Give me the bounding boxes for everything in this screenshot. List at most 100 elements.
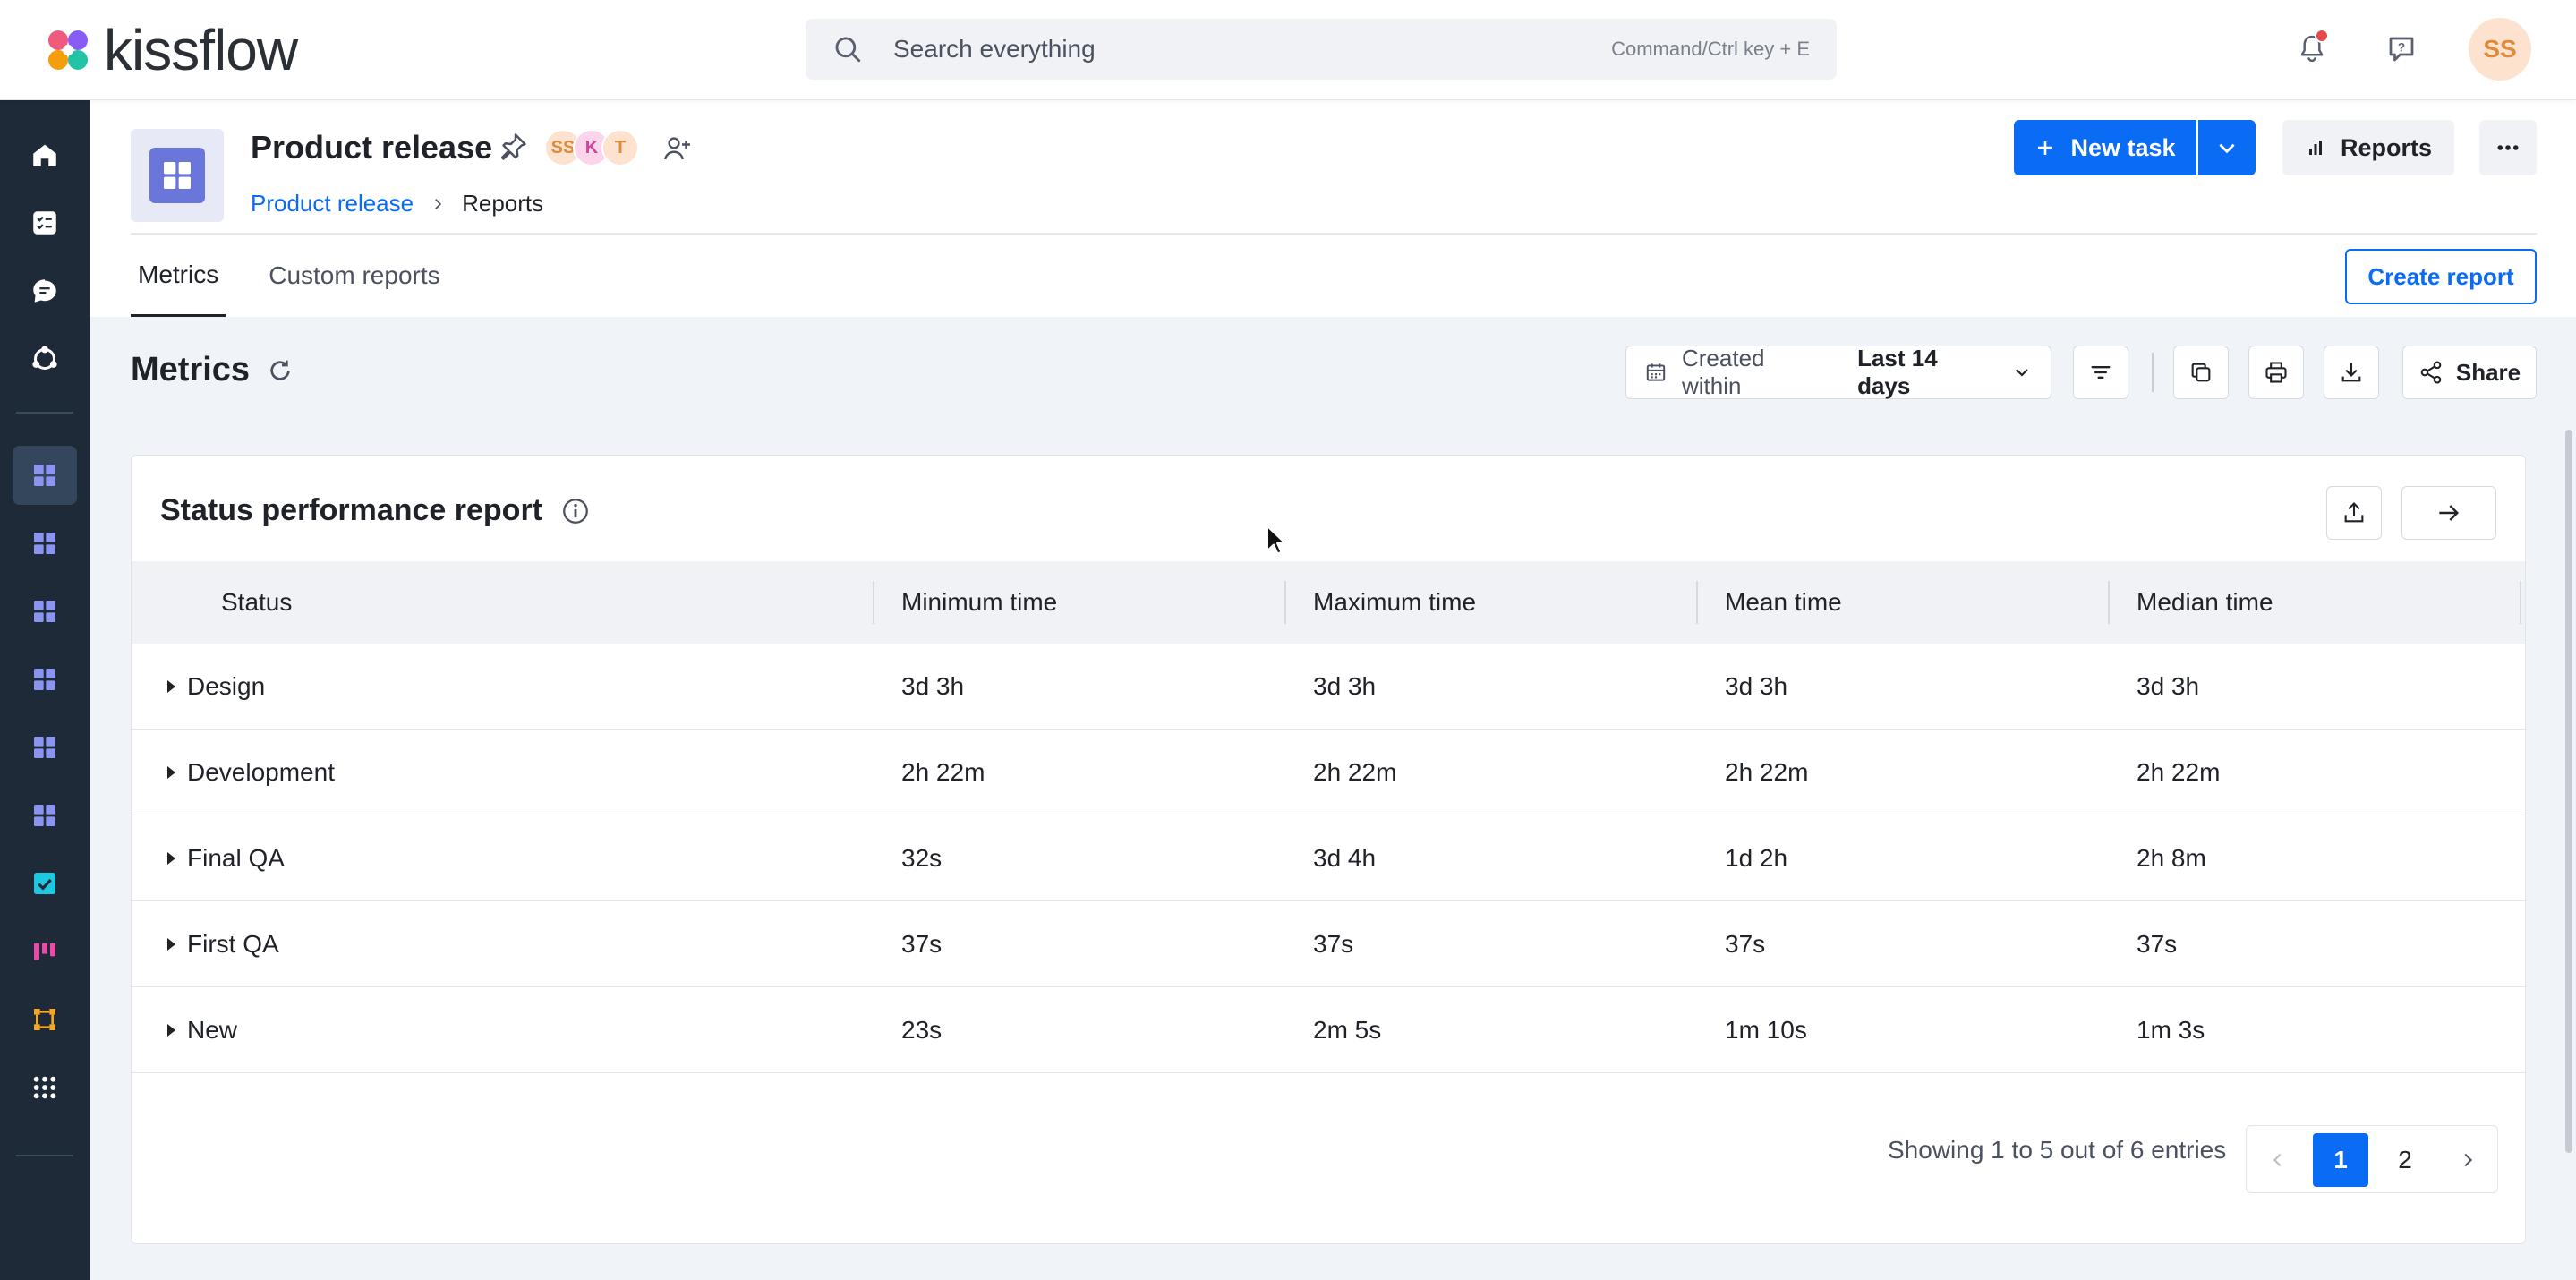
next-page-button[interactable] [2440, 1133, 2495, 1187]
expand-caret-icon[interactable] [160, 848, 182, 869]
median-time-cell: 1m 3s [2137, 1016, 2205, 1044]
status-cell: Final QA [187, 844, 285, 872]
column-header-median-time[interactable]: Median time [2137, 561, 2273, 644]
member-avatars[interactable]: SS K T [544, 129, 639, 166]
page-1-button[interactable]: 1 [2313, 1133, 2368, 1187]
column-header-maximum-time[interactable]: Maximum time [1313, 561, 1476, 644]
grid-icon [34, 805, 55, 826]
pin-icon [500, 133, 526, 160]
sidebar-separator [16, 412, 73, 414]
pin-button[interactable] [497, 131, 529, 163]
info-icon[interactable] [560, 496, 591, 526]
expand-caret-icon[interactable] [160, 676, 182, 697]
sidebar-item-checklist[interactable] [13, 854, 77, 913]
page-scrollbar[interactable] [2565, 430, 2572, 1153]
export-button[interactable] [2326, 486, 2382, 540]
checkbox-icon [34, 873, 55, 894]
column-header-mean-time[interactable]: Mean time [1725, 561, 1842, 644]
sidebar-item-integration[interactable] [13, 990, 77, 1049]
more-options-button[interactable] [2479, 120, 2537, 175]
tab-custom-reports[interactable]: Custom reports [261, 235, 447, 317]
help-button[interactable]: ? [2379, 27, 2424, 72]
left-sidebar [0, 100, 90, 1280]
kissflow-logo[interactable]: kissflow [45, 18, 298, 82]
home-icon [33, 144, 56, 166]
mouse-cursor-icon [1267, 525, 1286, 555]
print-button[interactable] [2248, 346, 2304, 399]
median-time-cell: 2h 22m [2137, 758, 2221, 786]
metrics-heading: Metrics [131, 351, 294, 389]
help-icon: ? [2389, 37, 2414, 62]
table-row[interactable]: Design 3d 3h 3d 3h 3d 3h 3d 3h [132, 644, 2525, 730]
sidebar-item-app-2[interactable] [13, 514, 77, 573]
chevron-down-icon [2219, 143, 2235, 154]
download-icon [2341, 363, 2361, 382]
breadcrumb-current: Reports [462, 190, 544, 217]
sidebar-item-chat[interactable] [13, 261, 77, 320]
maximum-time-cell: 37s [1313, 930, 1354, 958]
table-row[interactable]: First QA 37s 37s 37s 37s [132, 901, 2525, 987]
sidebar-item-product-release[interactable] [13, 446, 77, 505]
maximum-time-cell: 3d 3h [1313, 672, 1377, 700]
mean-time-cell: 2h 22m [1725, 758, 1809, 786]
sidebar-item-home[interactable] [13, 125, 77, 184]
calendar-icon [1646, 363, 1666, 381]
toolbar-separator [2152, 353, 2154, 392]
sidebar-item-board[interactable] [13, 922, 77, 981]
create-report-button[interactable]: Create report [2345, 249, 2537, 304]
notifications-button[interactable] [2290, 27, 2334, 72]
sidebar-item-all-apps[interactable] [13, 1058, 77, 1117]
expand-caret-icon[interactable] [160, 934, 182, 955]
copy-icon [2191, 363, 2211, 382]
share-label: Share [2455, 358, 2521, 386]
sidebar-item-app-3[interactable] [13, 582, 77, 641]
sidebar-item-app-6[interactable] [13, 786, 77, 845]
global-search[interactable]: Search everything Command/Ctrl key + E [806, 19, 1837, 80]
top-bar: kissflow Search everything Command/Ctrl … [0, 0, 2576, 100]
arrow-right-icon [2439, 505, 2460, 521]
share-button[interactable]: Share [2402, 346, 2537, 399]
table-row[interactable]: New 23s 2m 5s 1m 10s 1m 3s [132, 987, 2525, 1073]
expand-caret-icon[interactable] [160, 762, 182, 783]
avatar: T [601, 129, 639, 166]
user-avatar[interactable]: SS [2469, 18, 2531, 81]
filter-icon [2091, 366, 2111, 379]
download-button[interactable] [2324, 346, 2379, 399]
date-range-filter[interactable]: Created within Last 14 days [1625, 345, 2051, 399]
minimum-time-cell: 32s [901, 844, 943, 872]
open-report-button[interactable] [2401, 486, 2496, 540]
filter-button[interactable] [2073, 346, 2128, 399]
column-header-minimum-time[interactable]: Minimum time [901, 561, 1057, 644]
grid-icon [34, 737, 55, 758]
sidebar-separator [16, 1155, 73, 1156]
sidebar-item-process[interactable] [13, 329, 77, 388]
table-row[interactable]: Final QA 32s 3d 4h 1d 2h 2h 8m [132, 815, 2525, 901]
new-task-button[interactable]: New task [2014, 120, 2196, 175]
tasks-icon [33, 211, 56, 235]
copy-button[interactable] [2173, 346, 2229, 399]
reports-button[interactable]: Reports [2282, 120, 2454, 175]
breadcrumb-parent-link[interactable]: Product release [251, 190, 414, 218]
table-row[interactable]: Development 2h 22m 2h 22m 2h 22m 2h 22m [132, 730, 2525, 815]
chevron-down-icon [2016, 369, 2028, 377]
svg-text:?: ? [2398, 40, 2405, 54]
add-member-button[interactable] [661, 132, 693, 165]
expand-caret-icon[interactable] [160, 1020, 182, 1041]
refresh-icon[interactable] [266, 356, 294, 385]
page-2-button[interactable]: 2 [2377, 1133, 2433, 1187]
plus-icon [2038, 141, 2053, 155]
grid-icon [34, 465, 55, 486]
new-task-dropdown-button[interactable] [2198, 120, 2256, 175]
sidebar-item-app-4[interactable] [13, 650, 77, 709]
brand-name: kissflow [104, 18, 298, 82]
chevron-right-icon [435, 198, 442, 209]
column-header-status[interactable]: Status [221, 561, 292, 644]
tab-metrics[interactable]: Metrics [131, 235, 226, 317]
apps-icon [33, 1076, 56, 1099]
sidebar-item-tasks[interactable] [13, 193, 77, 252]
previous-page-button[interactable] [2250, 1133, 2306, 1187]
pagination: 1 2 [2246, 1125, 2498, 1193]
sidebar-item-app-5[interactable] [13, 718, 77, 777]
breadcrumb: Product release Reports [251, 190, 543, 218]
minimum-time-cell: 37s [901, 930, 943, 958]
